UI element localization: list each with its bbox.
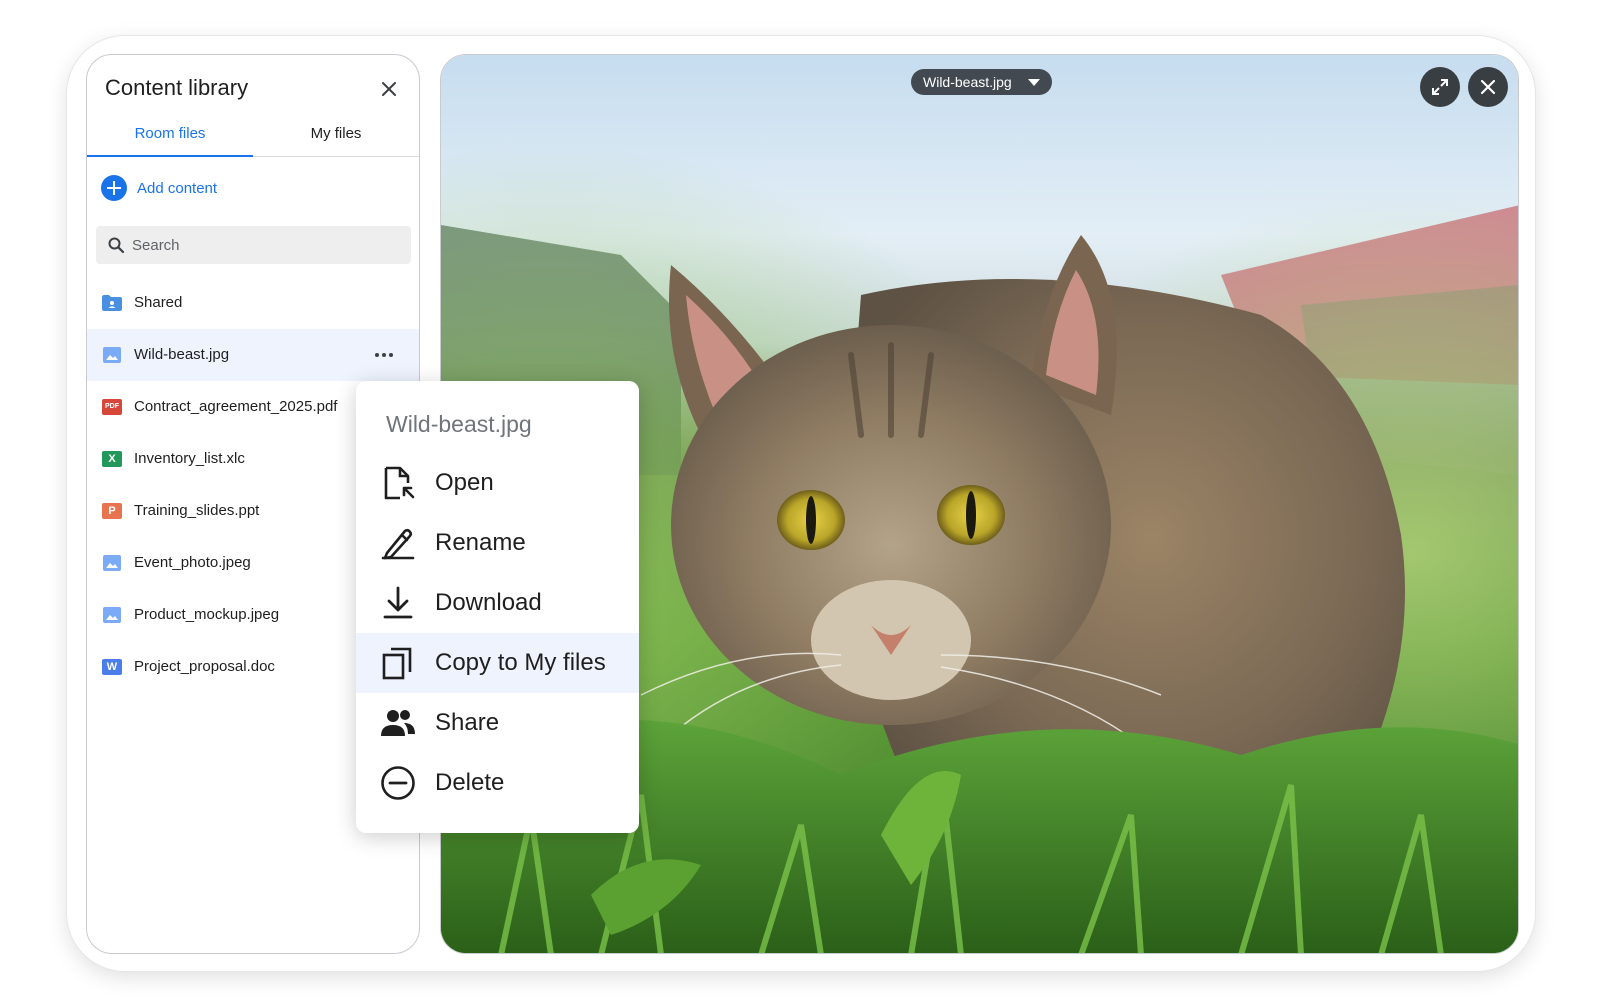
list-item-wild-beast[interactable]: Wild-beast.jpg	[87, 329, 419, 381]
spreadsheet-file-icon: X	[102, 451, 122, 467]
file-name: Wild-beast.jpg	[134, 346, 230, 363]
menu-item-label: Copy to My files	[435, 649, 606, 676]
menu-item-rename[interactable]: Rename	[356, 513, 639, 573]
copy-icon	[382, 647, 412, 680]
image-file-icon	[103, 607, 121, 623]
menu-item-label: Open	[435, 469, 494, 496]
menu-item-delete[interactable]: Delete	[356, 753, 639, 813]
rename-pen-icon	[381, 528, 415, 560]
menu-item-copy-to-my-files[interactable]: Copy to My files	[356, 633, 639, 693]
file-context-menu: Wild-beast.jpg Open Rename Download Copy…	[356, 381, 639, 833]
open-file-icon	[384, 466, 415, 500]
presentation-file-icon: P	[102, 503, 122, 519]
search-input[interactable]	[132, 226, 402, 264]
search-box	[96, 226, 411, 264]
share-people-icon	[381, 710, 415, 736]
file-name-dropdown[interactable]: Wild-beast.jpg	[911, 69, 1052, 95]
add-content-label: Add content	[137, 179, 218, 197]
panel-title: Content library	[105, 75, 249, 100]
file-name: Shared	[134, 294, 183, 311]
close-panel-button[interactable]	[377, 77, 401, 101]
file-name: Project_proposal.doc	[134, 658, 275, 675]
menu-item-share[interactable]: Share	[356, 693, 639, 753]
file-name-label: Wild-beast.jpg	[923, 74, 1012, 90]
tab-bar: Room files My files	[87, 117, 419, 157]
fullscreen-button[interactable]	[1420, 67, 1460, 107]
shared-folder-icon	[102, 295, 122, 311]
chevron-down-icon	[1027, 79, 1040, 86]
list-item-shared[interactable]: Shared	[87, 277, 419, 329]
file-name: Training_slides.ppt	[134, 502, 260, 519]
pdf-file-icon: PDF	[102, 399, 122, 415]
document-file-icon: W	[102, 659, 122, 675]
expand-icon	[1432, 79, 1448, 95]
file-name: Product_mockup.jpeg	[134, 606, 280, 623]
menu-item-label: Download	[435, 589, 542, 616]
close-viewer-button[interactable]	[1468, 67, 1508, 107]
menu-item-label: Rename	[435, 529, 526, 556]
menu-item-label: Share	[435, 709, 500, 736]
add-icon	[101, 175, 127, 201]
menu-item-label: Delete	[435, 769, 505, 796]
more-horizontal-icon	[375, 353, 393, 357]
close-icon	[382, 82, 396, 96]
file-name: Contract_agreement_2025.pdf	[134, 398, 338, 415]
menu-title: Wild-beast.jpg	[386, 411, 532, 437]
image-file-icon	[103, 555, 121, 571]
download-icon	[383, 586, 413, 619]
add-content-button[interactable]: Add content	[101, 174, 217, 202]
menu-item-open[interactable]: Open	[356, 453, 639, 513]
file-name: Inventory_list.xlc	[134, 450, 245, 467]
menu-item-download[interactable]: Download	[356, 573, 639, 633]
close-icon	[1480, 79, 1496, 95]
tab-my-files[interactable]: My files	[253, 117, 419, 157]
delete-minus-icon	[381, 766, 415, 800]
tab-room-files[interactable]: Room files	[87, 117, 253, 157]
image-file-icon	[103, 347, 121, 363]
search-icon	[108, 237, 125, 254]
file-name: Event_photo.jpeg	[134, 554, 251, 571]
more-options-button[interactable]	[372, 343, 396, 367]
